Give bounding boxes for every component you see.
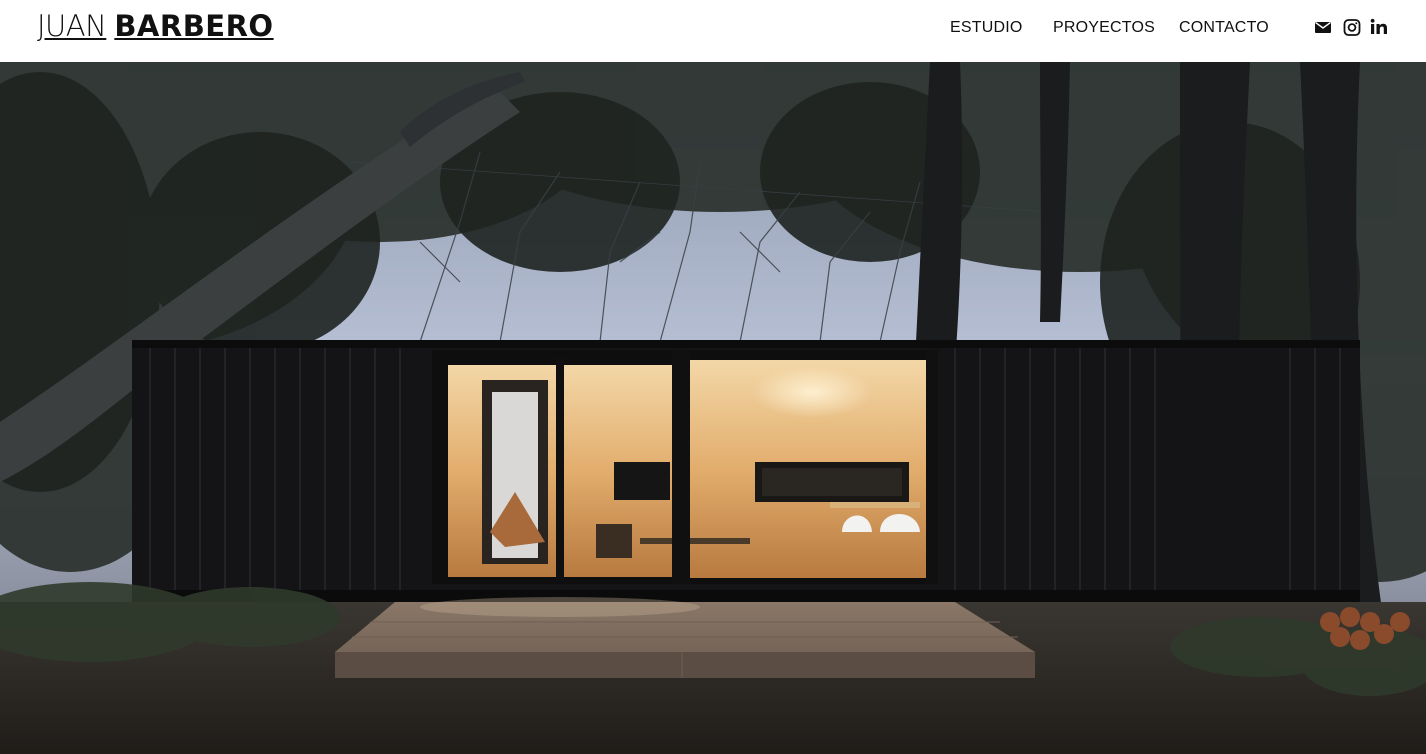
- nav-item-estudio[interactable]: ESTUDIO: [950, 18, 1023, 38]
- site-header: JUAN BARBERO ESTUDIO PROYECTOS CONTACTO: [0, 0, 1426, 62]
- nav-item-contacto[interactable]: CONTACTO: [1179, 18, 1269, 38]
- brand-name-bold: BARBERO: [114, 9, 274, 43]
- linkedin-icon[interactable]: [1369, 17, 1389, 37]
- hero-photo: [0, 62, 1426, 754]
- nav-item-proyectos[interactable]: PROYECTOS: [1053, 18, 1155, 38]
- instagram-icon[interactable]: [1342, 17, 1362, 37]
- brand-name-light: JUAN: [37, 9, 107, 43]
- brand-logo[interactable]: JUAN BARBERO: [37, 9, 274, 45]
- hero-image: [0, 62, 1426, 754]
- mail-icon[interactable]: [1313, 17, 1333, 37]
